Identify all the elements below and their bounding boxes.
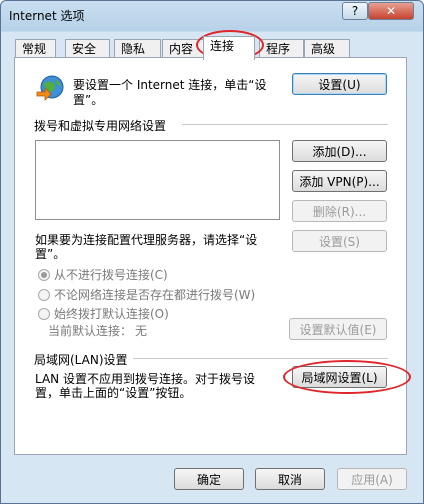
remove-connection-button[interactable]: 删除(R)... — [292, 200, 387, 222]
set-default-button[interactable]: 设置默认值(E) — [289, 318, 387, 340]
lan-settings-button[interactable]: 局域网设置(L) — [292, 366, 387, 388]
proxy-description-line1: 如果要为连接配置代理服务器，请选择“设 — [35, 233, 258, 247]
radio-never-dial-label: 从不进行拨号连接(C) — [54, 268, 168, 282]
tab-connections[interactable]: 连接 — [203, 36, 255, 60]
dialup-divider — [182, 124, 388, 125]
tab-privacy[interactable]: 隐私 — [114, 39, 161, 59]
ok-button[interactable]: 确定 — [174, 468, 244, 490]
lan-description-line2: 置，单击上面的“设置”按钮。 — [35, 386, 192, 400]
radio-button[interactable] — [38, 288, 50, 301]
add-vpn-button[interactable]: 添加 VPN(P)... — [292, 170, 387, 192]
proxy-description-line2: 置”。 — [35, 247, 66, 261]
tab-content[interactable]: 内容 — [162, 39, 209, 59]
radio-dial-when-no-network[interactable]: 不论网络连接是否存在都进行拨号(W) — [38, 286, 255, 303]
title-bar: Internet 选项 ? ✕ — [1, 1, 423, 31]
radio-never-dial[interactable]: 从不进行拨号连接(C) — [38, 266, 168, 283]
current-default-value: 无 — [135, 324, 148, 338]
dialup-settings-button[interactable]: 设置(S) — [292, 230, 387, 252]
current-default-label: 当前默认连接： — [48, 324, 133, 338]
tab-security[interactable]: 安全 — [65, 39, 110, 59]
radio-always-dial-default-label: 始终拨打默认连接(O) — [54, 307, 169, 321]
tab-advanced[interactable]: 高级 — [304, 39, 350, 59]
internet-globe-icon — [36, 75, 64, 101]
help-button[interactable]: ? — [342, 2, 368, 20]
dialup-heading: 拨号和虚拟专用网络设置 — [34, 119, 167, 133]
connection-list[interactable] — [35, 140, 280, 220]
tab-programs[interactable]: 程序 — [259, 39, 304, 59]
window-title: Internet 选项 — [9, 9, 85, 23]
radio-always-dial-default[interactable]: 始终拨打默认连接(O) — [38, 305, 169, 322]
close-button[interactable]: ✕ — [368, 2, 414, 20]
add-connection-button[interactable]: 添加(D)... — [292, 140, 387, 162]
lan-heading: 局域网(LAN)设置 — [34, 353, 128, 367]
apply-button[interactable]: 应用(A) — [337, 468, 407, 490]
radio-dial-when-no-network-label: 不论网络连接是否存在都进行拨号(W) — [54, 288, 256, 302]
setup-description-line2: 置”。 — [73, 93, 104, 107]
cancel-button[interactable]: 取消 — [255, 468, 325, 490]
tab-general[interactable]: 常规 — [15, 39, 56, 59]
radio-button-checked[interactable] — [38, 268, 50, 281]
lan-divider — [133, 358, 388, 359]
setup-button[interactable]: 设置(U) — [292, 73, 387, 95]
radio-button[interactable] — [38, 307, 50, 320]
